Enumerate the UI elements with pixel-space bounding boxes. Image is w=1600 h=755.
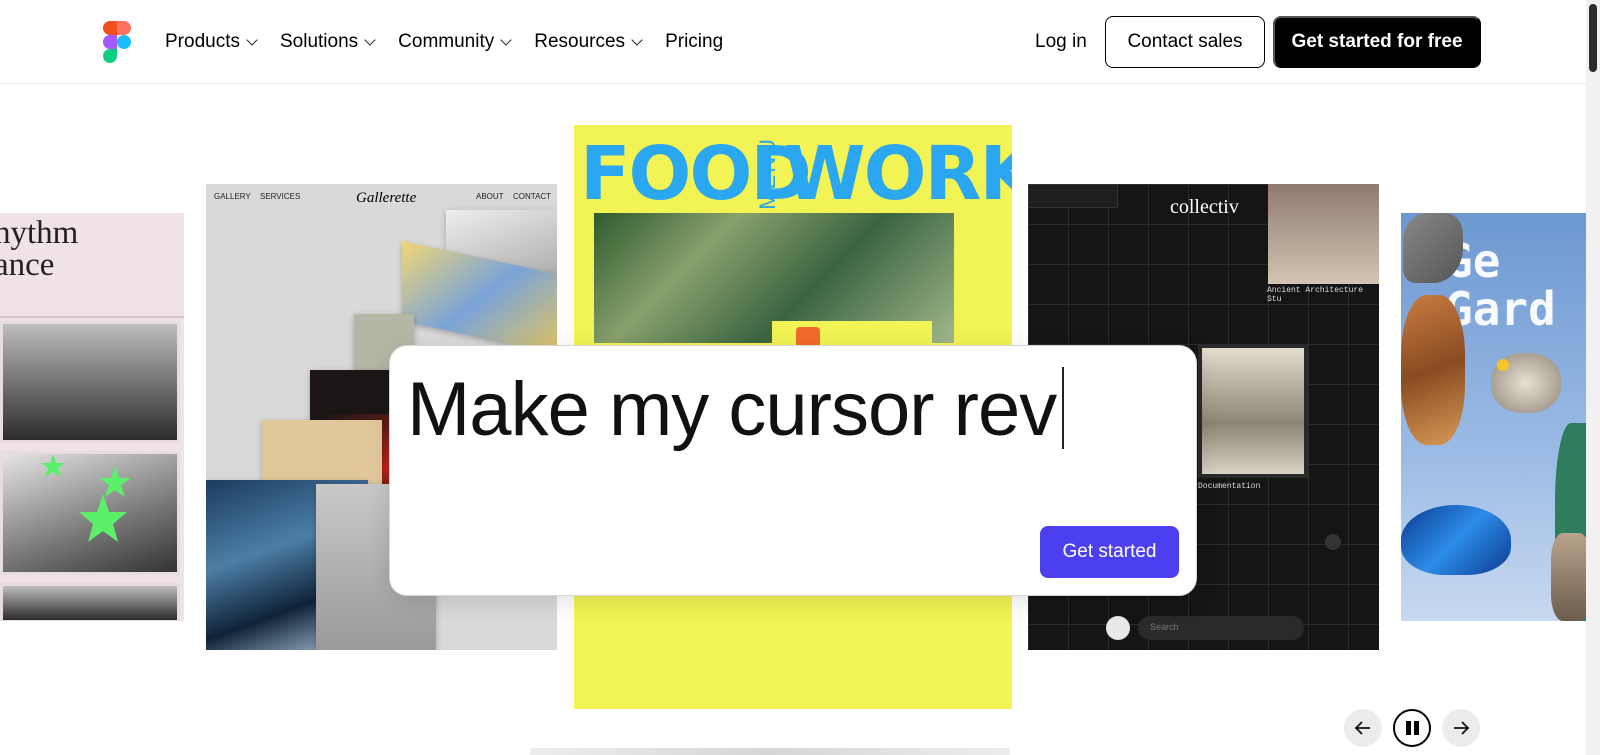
pause-icon xyxy=(1405,721,1419,735)
gallery-nav-about: ABOUT xyxy=(476,192,504,201)
carousel-card-rhythm: hythm ance xyxy=(0,213,184,621)
prompt-box[interactable]: Make my cursor rev Get started xyxy=(389,345,1197,596)
gallery-nav-contact: CONTACT xyxy=(513,192,552,201)
nav-solutions[interactable]: Solutions xyxy=(279,27,376,57)
arrow-left-icon xyxy=(1354,721,1370,735)
nav-community-label: Community xyxy=(398,31,495,52)
nav-products[interactable]: Products xyxy=(165,27,258,57)
carousel-next-button[interactable] xyxy=(1442,709,1480,747)
yellow-dot xyxy=(1497,359,1509,371)
carousel-pause-button[interactable] xyxy=(1393,709,1431,747)
rhythm-card-title: hythm ance xyxy=(0,215,79,283)
get-started-button[interactable]: Get started xyxy=(1040,526,1179,578)
nav-resources-label: Resources xyxy=(534,31,626,52)
contact-sales-button[interactable]: Contact sales xyxy=(1105,16,1265,68)
green-stars-icon xyxy=(41,454,131,542)
nav-pricing-label: Pricing xyxy=(665,31,724,52)
dot-indicator xyxy=(1325,534,1341,550)
nav-pricing[interactable]: Pricing xyxy=(665,27,723,57)
cut-off-text-line xyxy=(530,748,1010,755)
site-header: Products Solutions Community Resources P… xyxy=(0,0,1586,84)
chevron-down-icon xyxy=(631,33,643,46)
figma-logo-icon[interactable] xyxy=(103,21,131,63)
dancers-photo xyxy=(0,321,180,443)
arrow-right-icon xyxy=(1454,721,1470,735)
prompt-input[interactable]: Make my cursor rev xyxy=(407,366,1065,453)
collectiv-menu-icon[interactable] xyxy=(1106,616,1130,640)
chevron-down-icon xyxy=(364,33,376,46)
chevron-down-icon xyxy=(500,33,512,46)
ancient-architecture-label: Ancient Architecture Stu xyxy=(1267,286,1364,304)
scrollbar-thumb[interactable] xyxy=(1589,4,1597,72)
login-link[interactable]: Log in xyxy=(1035,31,1087,53)
divider xyxy=(0,316,184,318)
collectiv-tab xyxy=(1028,184,1118,208)
crowd-photo xyxy=(0,583,180,621)
bridge-photo xyxy=(1198,344,1308,478)
rhythm-title-line2: ance xyxy=(0,247,55,283)
prompt-text: Make my cursor rev xyxy=(407,367,1057,452)
works-title: WORKS xyxy=(784,131,1012,217)
documentation-label: Documentation xyxy=(1198,482,1261,491)
gallery-nav-gallery: GALLERY xyxy=(214,192,251,201)
collectiv-search-input[interactable]: Search xyxy=(1138,616,1304,640)
gallery-brand: Gallerette xyxy=(356,190,417,206)
amber-stone-image xyxy=(1401,295,1465,445)
carousel-prev-button[interactable] xyxy=(1344,709,1382,747)
get-started-free-button[interactable]: Get started for free xyxy=(1273,16,1481,68)
text-cursor xyxy=(1062,367,1065,449)
orange-shape xyxy=(796,327,820,347)
nav-resources[interactable]: Resources xyxy=(534,27,643,57)
butterfly-image xyxy=(1401,505,1511,575)
rhythm-title-line1: hythm xyxy=(0,215,79,251)
nav-solutions-label: Solutions xyxy=(279,31,359,52)
main-nav: Products Solutions Community Resources P… xyxy=(165,27,723,57)
portrait-photo xyxy=(0,451,180,575)
stacked-stones-image xyxy=(1551,533,1586,621)
gallery-nav-services: SERVICES xyxy=(260,192,301,201)
chevron-down-icon xyxy=(246,33,258,46)
nav-products-label: Products xyxy=(165,31,240,52)
nav-community[interactable]: Community xyxy=(398,27,512,57)
page-scrollbar[interactable] xyxy=(1586,0,1600,755)
collectiv-brand: collectiv xyxy=(1170,196,1239,218)
food-menu-label: MENU xyxy=(755,137,780,210)
columns-photo xyxy=(1268,184,1379,284)
carousel-card-garden: Ge Gard xyxy=(1401,213,1586,621)
rock-image xyxy=(1403,213,1463,283)
